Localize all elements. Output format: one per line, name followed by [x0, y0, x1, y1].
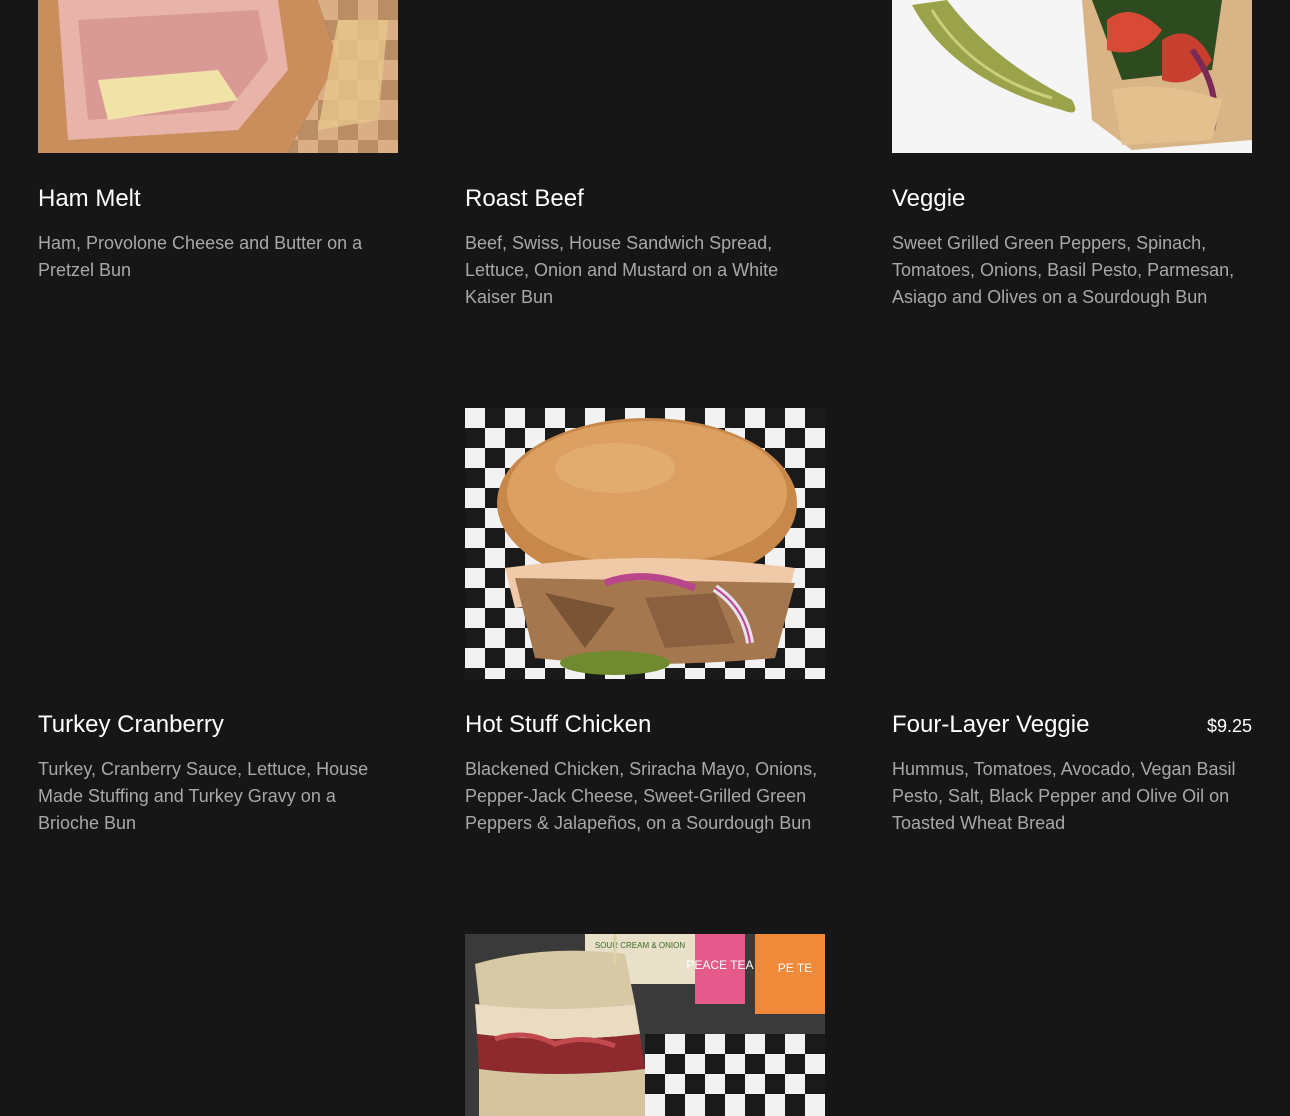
menu-item-description: Blackened Chicken, Sriracha Mayo, Onions… — [465, 759, 818, 833]
veggie-photo[interactable] — [892, 0, 1252, 153]
corned-beef-sandwich-image: SOUR CREAM & ONION PEACE TEA PE TE — [465, 934, 825, 1116]
menu-page: Ham Melt Ham, Provolone Cheese and Butte… — [0, 0, 1290, 1116]
menu-item-description: Sweet Grilled Green Peppers, Spinach, To… — [892, 233, 1235, 307]
menu-item-title: Ham Melt — [38, 185, 141, 212]
menu-item-description: Hummus, Tomatoes, Avocado, Vegan Basil P… — [892, 759, 1236, 833]
menu-item-title: Roast Beef — [465, 185, 584, 212]
ham-melt-image — [38, 0, 398, 153]
menu-item-price: $9.25 — [1206, 716, 1252, 736]
menu-item-title-row: Roast Beef — [465, 185, 825, 213]
hot-stuff-chicken-photo[interactable] — [465, 408, 825, 679]
menu-item-title-row: Four-Layer Veggie $9.25 — [892, 711, 1252, 740]
menu-item-title-row: Hot Stuff Chicken — [465, 711, 825, 739]
chicken-sandwich-image — [497, 418, 797, 675]
veggie-image — [892, 0, 1252, 153]
tea-bottle-label: PEACE TEA — [686, 958, 753, 972]
menu-item-description: Beef, Swiss, House Sandwich Spread, Lett… — [465, 233, 779, 307]
menu-item-title-row: Veggie — [892, 185, 1252, 213]
menu-item-title: Four-Layer Veggie — [892, 711, 1090, 738]
menu-item-description: Ham, Provolone Cheese and Butter on a Pr… — [38, 233, 363, 280]
chip-bag-label: SOUR CREAM & ONION — [595, 941, 685, 950]
menu-item-title: Turkey Cranberry — [38, 711, 224, 738]
menu-item-title-row: Turkey Cranberry — [38, 711, 398, 739]
ham-melt-photo[interactable] — [38, 0, 398, 153]
menu-item-description: Turkey, Cranberry Sauce, Lettuce, House … — [38, 759, 369, 833]
menu-item-title-row: Ham Melt — [38, 185, 398, 213]
menu-item-title: Hot Stuff Chicken — [465, 711, 652, 738]
tea-bottle-label-2: PE TE — [778, 961, 812, 975]
menu-item-title: Veggie — [892, 185, 966, 212]
checker-floor — [645, 1034, 825, 1116]
corned-beef-sandwich-photo[interactable]: SOUR CREAM & ONION PEACE TEA PE TE — [465, 934, 825, 1116]
